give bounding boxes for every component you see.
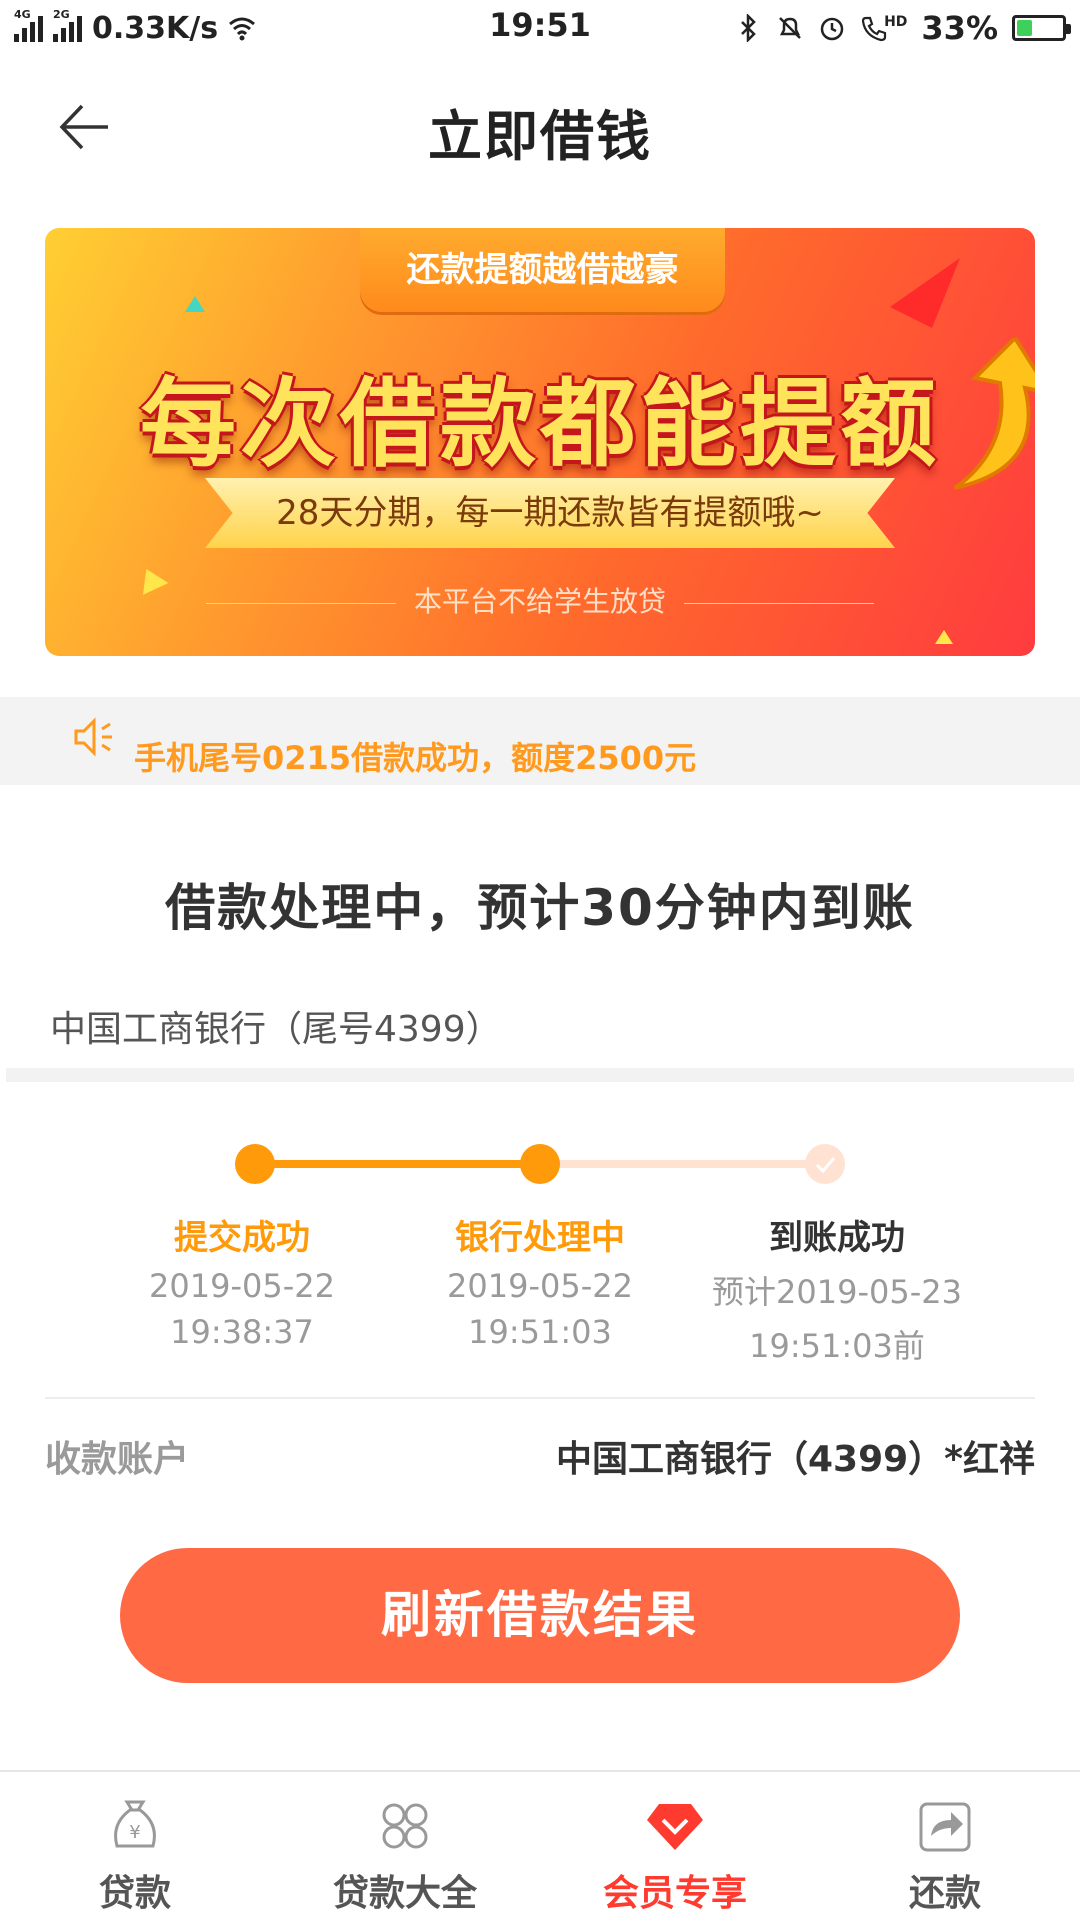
page-title: 立即借钱 bbox=[428, 105, 652, 168]
tab-member-exclusive[interactable]: 会员专享 bbox=[540, 1772, 810, 1922]
check-icon bbox=[815, 1157, 836, 1174]
tab-repay[interactable]: 还款 bbox=[810, 1772, 1080, 1922]
step-processing: 银行处理中 2019-05-22 19:51:03 bbox=[390, 1210, 690, 1351]
notice-bar: 手机尾号0215借款成功，额度2500元 bbox=[0, 697, 1080, 785]
step-dot-submitted bbox=[235, 1144, 275, 1184]
receiving-account-row: 收款账户 中国工商银行（4399）*红祥 bbox=[45, 1422, 1035, 1482]
decoration bbox=[935, 630, 953, 644]
tab-label: 贷款 bbox=[98, 1873, 171, 1914]
money-bag-icon: ¥ bbox=[114, 1800, 156, 1848]
svg-text:¥: ¥ bbox=[129, 1822, 140, 1843]
refresh-result-button[interactable]: 刷新借款结果 bbox=[120, 1548, 960, 1683]
hd-tag: HD bbox=[884, 14, 908, 30]
banner-ribbon: 28天分期，每一期还款皆有提额哦~ bbox=[205, 478, 895, 548]
tab-label: 还款 bbox=[908, 1873, 981, 1914]
banner-note: 本平台不给学生放贷 bbox=[45, 580, 1035, 620]
step-time: 19:51:03 bbox=[468, 1313, 612, 1351]
step-time: 19:51:03前 bbox=[749, 1327, 925, 1365]
status-bar: 4G 2G 0.33K/s 19:51 HD 33% bbox=[0, 0, 1080, 54]
banner-note-text: 本平台不给学生放贷 bbox=[413, 585, 666, 618]
hd-call-icon: HD bbox=[860, 14, 907, 42]
notice-text: 手机尾号0215借款成功，额度2500元 bbox=[134, 739, 697, 777]
step-label: 到账成功 bbox=[769, 1218, 905, 1258]
share-arrow-icon bbox=[919, 1802, 971, 1852]
account-value: 中国工商银行（4399）*红祥 bbox=[555, 1439, 1035, 1480]
banner-tab: 还款提额越借越豪 bbox=[360, 228, 725, 312]
step-date: 预计2019-05-23 bbox=[712, 1273, 962, 1311]
step-submitted: 提交成功 2019-05-22 19:38:37 bbox=[92, 1210, 392, 1351]
alarm-icon bbox=[820, 17, 844, 41]
promo-banner[interactable]: 还款提额越借越豪 每次借款都能提额 28天分期，每一期还款皆有提额哦~ 本平台不… bbox=[45, 228, 1035, 656]
step-time: 19:38:37 bbox=[170, 1313, 314, 1351]
step-dot-arrived bbox=[805, 1144, 845, 1184]
speaker-icon bbox=[74, 717, 112, 757]
progress-tracker: 提交成功 2019-05-22 19:38:37 银行处理中 2019-05-2… bbox=[0, 1130, 1080, 1365]
grid-icon bbox=[382, 1803, 428, 1849]
step-date: 2019-05-22 bbox=[149, 1267, 335, 1305]
tab-loan[interactable]: ¥ 贷款 bbox=[0, 1772, 270, 1922]
battery-percent: 33% bbox=[921, 9, 998, 47]
step-dot-processing bbox=[520, 1144, 560, 1184]
tab-label: 会员专享 bbox=[602, 1873, 747, 1914]
step-arrived: 到账成功 预计2019-05-23 19:51:03前 bbox=[687, 1210, 987, 1367]
bottom-tab-bar: ¥ 贷款 贷款大全 会员专享 还款 bbox=[0, 1770, 1080, 1922]
divider bbox=[45, 1397, 1035, 1399]
tab-label: 贷款大全 bbox=[332, 1873, 477, 1914]
bank-card-info: 中国工商银行（尾号4399） bbox=[50, 1009, 502, 1050]
progress-track-pending bbox=[540, 1160, 825, 1168]
step-date: 2019-05-22 bbox=[447, 1267, 633, 1305]
step-label: 银行处理中 bbox=[455, 1218, 625, 1258]
diamond-icon bbox=[647, 1804, 703, 1850]
divider bbox=[6, 1068, 1074, 1082]
loan-status-title: 借款处理中，预计30分钟内到账 bbox=[165, 879, 915, 937]
account-label: 收款账户 bbox=[45, 1439, 190, 1480]
bell-muted-icon bbox=[779, 17, 801, 39]
decoration bbox=[890, 258, 960, 328]
step-label: 提交成功 bbox=[174, 1218, 310, 1258]
banner-headline: 每次借款都能提额 bbox=[140, 368, 940, 480]
tab-loan-directory[interactable]: 贷款大全 bbox=[270, 1772, 540, 1922]
battery-charging-icon bbox=[1012, 15, 1071, 41]
battery-level bbox=[1017, 20, 1032, 36]
header: 立即借钱 bbox=[0, 54, 1080, 194]
bluetooth-icon bbox=[741, 14, 756, 42]
decoration bbox=[185, 296, 205, 312]
progress-track-done bbox=[255, 1160, 540, 1168]
